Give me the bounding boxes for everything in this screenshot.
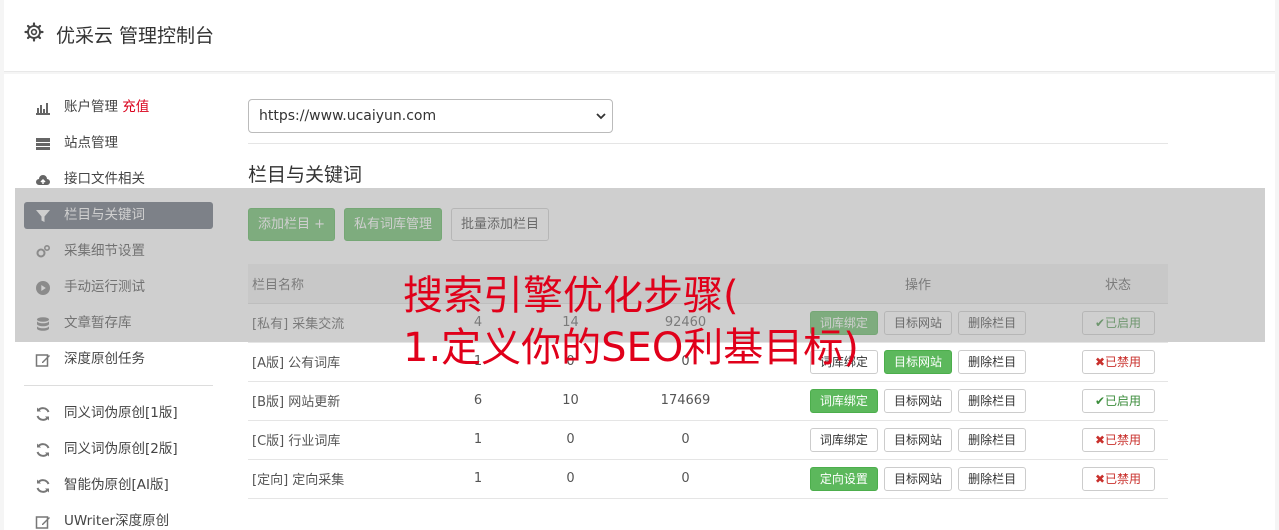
app-header: 优采云 管理控制台 bbox=[4, 0, 1275, 72]
cell-1: 1 bbox=[418, 420, 538, 460]
sidebar-item-label: UWriter深度原创 bbox=[64, 513, 170, 529]
cell-3: 0 bbox=[603, 459, 768, 499]
status-button[interactable]: ✖已禁用 bbox=[1081, 427, 1155, 452]
sidebar-item-deep-original[interactable]: 深度原创任务 bbox=[24, 346, 213, 373]
check-icon: ✔ bbox=[1094, 393, 1106, 408]
status-cell: ✖已禁用 bbox=[1068, 420, 1168, 460]
overlay-caption: 搜索引擎优化步骤( 1.定义你的SEO利基目标) bbox=[403, 270, 859, 374]
sidebar-item-synonym-v2[interactable]: 同义词伪原创[2版] bbox=[24, 436, 213, 463]
overlay-caption-line1: 搜索引擎优化步骤( bbox=[403, 273, 739, 319]
directed-settings-button[interactable]: 定向设置 bbox=[809, 466, 878, 491]
sidebar-item-label: 智能伪原创[AI版] bbox=[64, 477, 169, 493]
close-icon: ✖ bbox=[1094, 354, 1106, 369]
sidebar-item-label: 接口文件相关 bbox=[64, 171, 145, 187]
recharge-link[interactable]: 充值 bbox=[122, 99, 149, 115]
cell-2[interactable]: 10 bbox=[538, 381, 603, 421]
sidebar-item-ai-rewrite[interactable]: 智能伪原创[AI版] bbox=[24, 472, 213, 499]
target-site-button[interactable]: 目标网站 bbox=[883, 427, 952, 452]
refresh-icon bbox=[36, 443, 50, 457]
status-label: 已禁用 bbox=[1105, 354, 1142, 369]
status-label: 已启用 bbox=[1105, 393, 1142, 408]
sidebar-item-account[interactable]: 账户管理 充值 bbox=[24, 94, 213, 121]
refresh-icon bbox=[36, 407, 50, 421]
close-icon: ✖ bbox=[1094, 432, 1106, 447]
table-row: [B版] 网站更新 6 10 174669 词库绑定 目标网站 删除栏目 ✔已启… bbox=[248, 381, 1168, 421]
status-cell: ✖已禁用 bbox=[1068, 459, 1168, 499]
cell-1: 6 bbox=[418, 381, 538, 421]
server-icon bbox=[36, 138, 50, 150]
sidebar-item-label: 同义词伪原创[1版] bbox=[64, 405, 178, 421]
cell-1: 1 bbox=[418, 459, 538, 499]
status-button[interactable]: ✖已禁用 bbox=[1081, 349, 1155, 374]
cell-2[interactable]: 0 bbox=[538, 420, 603, 460]
sidebar-divider bbox=[24, 385, 213, 386]
status-button[interactable]: ✖已禁用 bbox=[1081, 466, 1155, 491]
actions-cell: 定向设置 目标网站 删除栏目 bbox=[768, 459, 1068, 499]
page-title: 优采云 管理控制台 bbox=[56, 25, 215, 47]
column-name[interactable]: [定向] 定向采集 bbox=[248, 459, 418, 499]
status-label: 已禁用 bbox=[1105, 471, 1142, 486]
status-cell: ✔已启用 bbox=[1068, 381, 1168, 421]
cell-3: 174669 bbox=[603, 381, 768, 421]
site-select[interactable]: https://www.ucaiyun.com bbox=[248, 99, 613, 133]
sidebar-item-label: 账户管理 bbox=[64, 99, 118, 115]
edit-icon bbox=[35, 516, 50, 529]
section-title: 栏目与关键词 bbox=[248, 164, 363, 186]
overlay-caption-line2: 1.定义你的SEO利基目标) bbox=[403, 325, 859, 371]
delete-column-button[interactable]: 删除栏目 bbox=[958, 349, 1027, 374]
delete-column-button[interactable]: 删除栏目 bbox=[958, 427, 1027, 452]
delete-column-button[interactable]: 删除栏目 bbox=[958, 388, 1027, 413]
bar-chart-icon bbox=[36, 103, 50, 115]
column-name[interactable]: [B版] 网站更新 bbox=[248, 381, 418, 421]
actions-cell: 词库绑定 目标网站 删除栏目 bbox=[768, 420, 1068, 460]
status-button[interactable]: ✔已启用 bbox=[1081, 388, 1155, 413]
target-site-button[interactable]: 目标网站 bbox=[883, 388, 952, 413]
sidebar-item-synonym-v1[interactable]: 同义词伪原创[1版] bbox=[24, 400, 213, 427]
table-row: [C版] 行业词库 1 0 0 词库绑定 目标网站 删除栏目 ✖已禁用 bbox=[248, 420, 1168, 460]
divider bbox=[248, 143, 1168, 144]
lexicon-bind-button[interactable]: 词库绑定 bbox=[809, 388, 878, 413]
cell-2[interactable]: 0 bbox=[538, 459, 603, 499]
table-row: [定向] 定向采集 1 0 0 定向设置 目标网站 删除栏目 ✖已禁用 bbox=[248, 459, 1168, 499]
sidebar-item-sites[interactable]: 站点管理 bbox=[24, 130, 213, 157]
status-cell: ✖已禁用 bbox=[1068, 342, 1168, 382]
gear-icon bbox=[24, 22, 44, 42]
sidebar-item-label: 站点管理 bbox=[64, 135, 118, 151]
column-name[interactable]: [C版] 行业词库 bbox=[248, 420, 418, 460]
column-name[interactable]: [A版] 公有词库 bbox=[248, 342, 418, 382]
lexicon-bind-button[interactable]: 词库绑定 bbox=[809, 427, 878, 452]
target-site-button[interactable]: 目标网站 bbox=[883, 466, 952, 491]
delete-column-button[interactable]: 删除栏目 bbox=[958, 466, 1027, 491]
close-icon: ✖ bbox=[1094, 471, 1106, 486]
chevron-down-icon bbox=[596, 113, 606, 120]
sidebar-item-label: 深度原创任务 bbox=[64, 351, 145, 367]
status-label: 已禁用 bbox=[1105, 432, 1142, 447]
sidebar-item-label: 同义词伪原创[2版] bbox=[64, 441, 178, 457]
cloud-upload-icon bbox=[36, 175, 50, 185]
site-select-value: https://www.ucaiyun.com bbox=[259, 108, 437, 124]
target-site-button[interactable]: 目标网站 bbox=[883, 349, 952, 374]
edit-icon bbox=[35, 354, 50, 367]
refresh-icon bbox=[36, 479, 50, 493]
sidebar-item-uwriter[interactable]: UWriter深度原创 bbox=[24, 508, 213, 530]
actions-cell: 词库绑定 目标网站 删除栏目 bbox=[768, 381, 1068, 421]
cell-3: 0 bbox=[603, 420, 768, 460]
